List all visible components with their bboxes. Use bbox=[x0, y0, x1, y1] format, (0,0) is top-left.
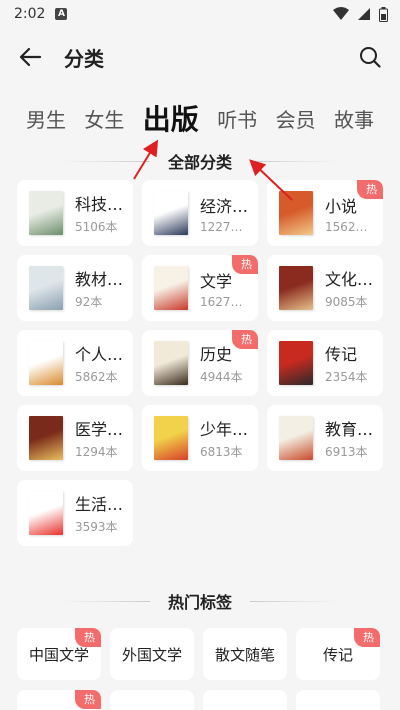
hot-tag[interactable] bbox=[203, 690, 287, 710]
hot-tag-label: 传记 bbox=[322, 645, 353, 664]
title-divider-left bbox=[60, 161, 150, 162]
hot-badge: 热 bbox=[357, 180, 383, 199]
tab-male[interactable]: 男生 bbox=[26, 104, 66, 133]
book-cover-image bbox=[279, 416, 313, 460]
category-card[interactable]: 文化… 9085本 bbox=[267, 255, 383, 321]
category-card[interactable]: 经济… 12277… bbox=[142, 180, 258, 246]
category-name: 生活… bbox=[75, 495, 123, 514]
tab-story[interactable]: 故事 bbox=[334, 104, 374, 133]
category-count: 4944本 bbox=[200, 370, 243, 384]
category-card[interactable]: 文学 16276… 热 bbox=[142, 255, 258, 321]
category-count: 3593本 bbox=[75, 520, 118, 534]
book-cover-image bbox=[279, 341, 313, 385]
hot-badge: 热 bbox=[232, 330, 258, 349]
wifi-icon bbox=[333, 7, 349, 20]
hot-badge: 热 bbox=[75, 690, 101, 709]
hot-tag[interactable]: 热 bbox=[17, 690, 101, 710]
category-grid: 科技… 5106本 经济… 12277… 小说 15620… 热教材… 92本 文学 16276…… bbox=[0, 180, 400, 546]
category-card[interactable]: 教育… 6913本 bbox=[267, 405, 383, 471]
page-title: 分类 bbox=[64, 46, 104, 71]
book-cover-image bbox=[154, 266, 188, 310]
hot-tag-label: 外国文学 bbox=[121, 645, 182, 664]
title-divider-right bbox=[250, 161, 340, 162]
hot-tag[interactable]: 传记热 bbox=[296, 628, 380, 680]
notification-a-icon: A bbox=[55, 8, 68, 20]
status-time: 2:02 bbox=[14, 6, 46, 22]
category-name: 经济… bbox=[200, 196, 248, 216]
tab-audiobook[interactable]: 听书 bbox=[217, 104, 257, 133]
tab-vip[interactable]: 会员 bbox=[276, 104, 316, 133]
category-count: 16276… bbox=[200, 294, 248, 309]
book-cover-image bbox=[154, 416, 188, 460]
hot-tag-label: 中国文学 bbox=[28, 645, 89, 664]
book-cover-image bbox=[29, 491, 63, 535]
title-divider-left bbox=[60, 601, 150, 602]
category-name: 文化… bbox=[325, 270, 373, 289]
book-cover-image bbox=[29, 416, 63, 460]
hot-tags-grid-row2: 热 bbox=[0, 690, 400, 710]
status-bar: 2:02 A bbox=[0, 0, 400, 28]
book-cover-image bbox=[29, 191, 63, 235]
all-categories-label: 全部分类 bbox=[167, 153, 232, 172]
hot-tag[interactable] bbox=[110, 690, 194, 710]
title-divider-right bbox=[250, 601, 340, 602]
tab-female[interactable]: 女生 bbox=[84, 104, 124, 133]
category-count: 92本 bbox=[75, 295, 103, 309]
book-cover-image bbox=[154, 341, 188, 385]
category-card[interactable]: 历史 4944本热 bbox=[142, 330, 258, 396]
hot-tag[interactable] bbox=[296, 690, 380, 710]
category-card[interactable]: 少年… 6813本 bbox=[142, 405, 258, 471]
battery-icon bbox=[379, 6, 388, 22]
category-card[interactable]: 传记 2354本 bbox=[267, 330, 383, 396]
tab-publishing[interactable]: 出版 bbox=[143, 98, 199, 138]
category-count: 5862本 bbox=[75, 370, 118, 384]
category-name: 少年… bbox=[200, 420, 248, 439]
hot-tag-label: 散文随笔 bbox=[214, 645, 275, 664]
book-cover-image bbox=[279, 191, 313, 235]
category-card[interactable]: 生活… 3593本 bbox=[17, 480, 133, 546]
category-name: 教育… bbox=[325, 420, 373, 439]
category-name: 教材… bbox=[75, 270, 123, 289]
category-name: 个人… bbox=[75, 345, 123, 364]
back-arrow-icon[interactable] bbox=[16, 43, 44, 71]
category-count: 6913本 bbox=[325, 445, 368, 459]
hot-tags-label: 热门标签 bbox=[167, 593, 232, 612]
category-card[interactable]: 医学… 1294本 bbox=[17, 405, 133, 471]
category-card[interactable]: 小说 15620… 热 bbox=[267, 180, 383, 246]
category-count: 12277… bbox=[200, 219, 248, 234]
all-categories-title: 全部分类 bbox=[0, 150, 400, 172]
category-count: 15620… bbox=[325, 219, 373, 234]
category-card[interactable]: 科技… 5106本 bbox=[17, 180, 133, 246]
book-cover-image bbox=[279, 266, 313, 310]
book-cover-image bbox=[154, 191, 188, 235]
category-name: 传记 bbox=[325, 345, 358, 364]
hot-tag[interactable]: 外国文学 bbox=[110, 628, 194, 680]
category-count: 5106本 bbox=[75, 220, 118, 234]
category-name: 医学… bbox=[75, 420, 123, 439]
hot-badge: 热 bbox=[232, 255, 258, 274]
book-cover-image bbox=[29, 341, 63, 385]
category-card[interactable]: 个人… 5862本 bbox=[17, 330, 133, 396]
category-count: 9085本 bbox=[325, 295, 368, 309]
signal-icon bbox=[358, 8, 370, 20]
hot-badge: 热 bbox=[75, 628, 101, 647]
category-card[interactable]: 教材… 92本 bbox=[17, 255, 133, 321]
hot-tag[interactable]: 中国文学热 bbox=[17, 628, 101, 680]
category-count: 1294本 bbox=[75, 445, 118, 459]
channel-tabs: 男生 女生 出版 听书 会员 故事 bbox=[0, 86, 400, 150]
search-icon[interactable] bbox=[356, 43, 384, 71]
category-name: 科技… bbox=[75, 195, 123, 214]
hot-tags-title: 热门标签 bbox=[0, 590, 400, 612]
hot-tag[interactable]: 散文随笔 bbox=[203, 628, 287, 680]
header: 分类 bbox=[0, 28, 400, 86]
book-cover-image bbox=[29, 266, 63, 310]
category-count: 6813本 bbox=[200, 445, 243, 459]
hot-tags-grid: 中国文学热外国文学 散文随笔 传记热 bbox=[0, 628, 400, 680]
hot-badge: 热 bbox=[354, 628, 380, 647]
category-count: 2354本 bbox=[325, 370, 368, 384]
